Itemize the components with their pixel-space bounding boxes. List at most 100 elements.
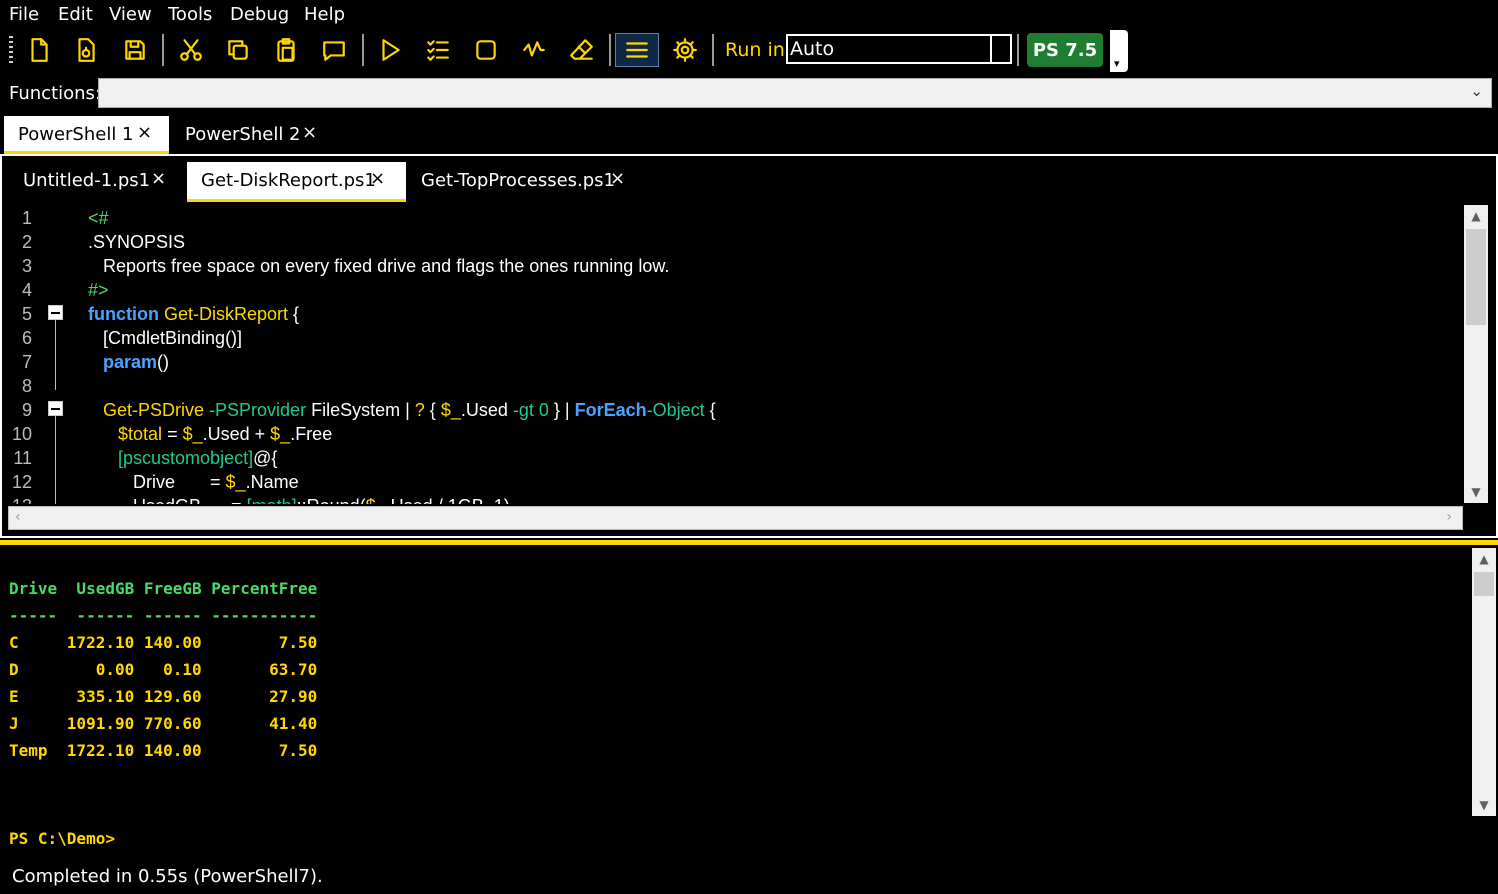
scroll-up-icon[interactable]: ▲: [1472, 548, 1496, 570]
scroll-up-icon[interactable]: ▲: [1464, 205, 1488, 227]
fold-toggle-icon[interactable]: [48, 401, 63, 416]
debug-button[interactable]: [517, 34, 551, 66]
save-icon: [125, 40, 145, 60]
scroll-down-icon[interactable]: ▼: [1464, 481, 1488, 503]
code-token: .Used / 1GB, 1): [386, 496, 510, 504]
code-line: 6 [CmdletBinding()]: [8, 326, 1463, 350]
chevron-down-icon: ⌄: [1470, 82, 1483, 100]
toolbar-overflow-button[interactable]: ▾: [1110, 30, 1128, 72]
code-token: ForEach: [574, 400, 647, 420]
menu-edit[interactable]: Edit: [58, 4, 93, 25]
code-token: function: [88, 304, 159, 324]
code-token: #>: [88, 280, 109, 300]
code-token: {: [424, 400, 441, 420]
console-output[interactable]: Drive UsedGB FreeGB PercentFree ----- --…: [0, 548, 1468, 838]
code-token: .Name: [245, 472, 299, 492]
code-text: param(): [88, 350, 169, 374]
scroll-thumb[interactable]: [1474, 572, 1494, 596]
save-button[interactable]: [118, 34, 152, 66]
code-editor[interactable]: 1 <# 2 .SYNOPSIS 3 Reports free space on eve…: [8, 204, 1463, 504]
code-text: [CmdletBinding()]: [88, 326, 242, 350]
tab-label: Get-DiskReport.ps1: [201, 170, 376, 191]
paste-icon: [277, 38, 295, 62]
console-table-row: C 1722.10 140.00 7.50: [9, 633, 318, 652]
editor-horizontal-scrollbar[interactable]: ‹ ›: [8, 506, 1463, 530]
code-token: Get-DiskReport: [158, 304, 294, 324]
code-text: [pscustomobject]@{: [88, 446, 277, 470]
code-token: $_: [366, 496, 386, 504]
play-icon: [382, 39, 400, 61]
scroll-right-icon[interactable]: ›: [1446, 509, 1452, 525]
copy-button[interactable]: [221, 34, 255, 66]
comment-button[interactable]: [317, 34, 351, 66]
code-line: 10 $total = $_.Used + $_.Free: [8, 422, 1463, 446]
code-line: 12 Drive = $_.Name: [8, 470, 1463, 494]
code-token: {: [293, 304, 300, 324]
code-token: Reports free space on every fixed drive …: [88, 256, 670, 276]
console-pane-button[interactable]: [615, 33, 659, 67]
new-file-icon: [31, 38, 48, 62]
run-in-select[interactable]: Auto: [786, 34, 1012, 64]
pane-splitter[interactable]: [0, 540, 1498, 545]
close-icon[interactable]: ×: [610, 168, 625, 189]
close-icon[interactable]: ×: [302, 122, 317, 143]
line-number: 11: [13, 448, 32, 468]
tab-powershell-2[interactable]: PowerShell 2 ×: [171, 116, 331, 154]
gear-icon: [673, 38, 697, 62]
editor-vertical-scrollbar[interactable]: ▲ ▼: [1464, 205, 1488, 503]
close-icon[interactable]: ×: [137, 122, 152, 143]
stop-button[interactable]: [469, 34, 503, 66]
tab-get-topprocesses[interactable]: Get-TopProcesses.ps1 ×: [407, 162, 647, 202]
overflow-chevron-icon: ▾: [1114, 57, 1120, 70]
run-button[interactable]: [373, 34, 407, 66]
scroll-thumb[interactable]: [1466, 229, 1486, 325]
open-file-button[interactable]: [69, 34, 103, 66]
menu-lines-icon: [626, 42, 648, 58]
code-text: $total = $_.Used + $_.Free: [88, 422, 332, 446]
clear-button[interactable]: [565, 34, 599, 66]
code-line: 2 .SYNOPSIS: [8, 230, 1463, 254]
close-icon[interactable]: ×: [370, 168, 385, 189]
options-button[interactable]: [668, 34, 702, 66]
new-file-button[interactable]: [22, 34, 56, 66]
scroll-left-icon[interactable]: ‹: [15, 509, 21, 525]
tab-untitled-1[interactable]: Untitled-1.ps1 ×: [8, 162, 186, 202]
toolbar-separator: [609, 34, 611, 66]
code-token: [math]: [247, 496, 297, 504]
paste-button[interactable]: [269, 34, 303, 66]
toolbar-grip[interactable]: [9, 36, 13, 66]
menu-debug[interactable]: Debug: [230, 4, 289, 25]
ps-version-badge[interactable]: PS 7.5: [1027, 33, 1103, 67]
toolbar-separator: [712, 34, 714, 66]
code-line: 11 [pscustomobject]@{: [8, 446, 1463, 470]
tab-label: PowerShell 1: [18, 124, 134, 145]
functions-select[interactable]: ⌄: [98, 78, 1492, 108]
code-line: 3 Reports free space on every fixed driv…: [8, 254, 1463, 278]
code-token: =: [162, 424, 183, 444]
cut-button[interactable]: [174, 34, 208, 66]
copy-icon: [228, 40, 248, 60]
run-selection-button[interactable]: [421, 34, 455, 66]
line-number: 7: [21, 352, 32, 372]
tab-label: Untitled-1.ps1: [23, 170, 151, 191]
line-number: 1: [21, 208, 32, 228]
console-vertical-scrollbar[interactable]: ▲ ▼: [1472, 548, 1496, 816]
menu-tools[interactable]: Tools: [168, 4, 212, 25]
scroll-down-icon[interactable]: ▼: [1472, 794, 1496, 816]
line-number: 5: [21, 304, 32, 324]
tab-powershell-1[interactable]: PowerShell 1 ×: [4, 116, 169, 154]
console-prompt[interactable]: PS C:\Demo>: [9, 829, 115, 848]
menu-help[interactable]: Help: [304, 4, 345, 25]
tab-get-diskreport[interactable]: Get-DiskReport.ps1 ×: [187, 162, 406, 202]
close-icon[interactable]: ×: [151, 168, 166, 189]
menu-file[interactable]: File: [9, 4, 39, 25]
code-token: } |: [548, 400, 575, 420]
fold-toggle-icon[interactable]: [48, 305, 63, 320]
functions-label: Functions:: [9, 83, 102, 104]
code-token: .Free: [290, 424, 333, 444]
stop-icon: [476, 40, 496, 60]
code-line: 8: [8, 374, 1463, 398]
menu-view[interactable]: View: [109, 4, 152, 25]
run-in-dropdown-button[interactable]: [990, 36, 1010, 62]
